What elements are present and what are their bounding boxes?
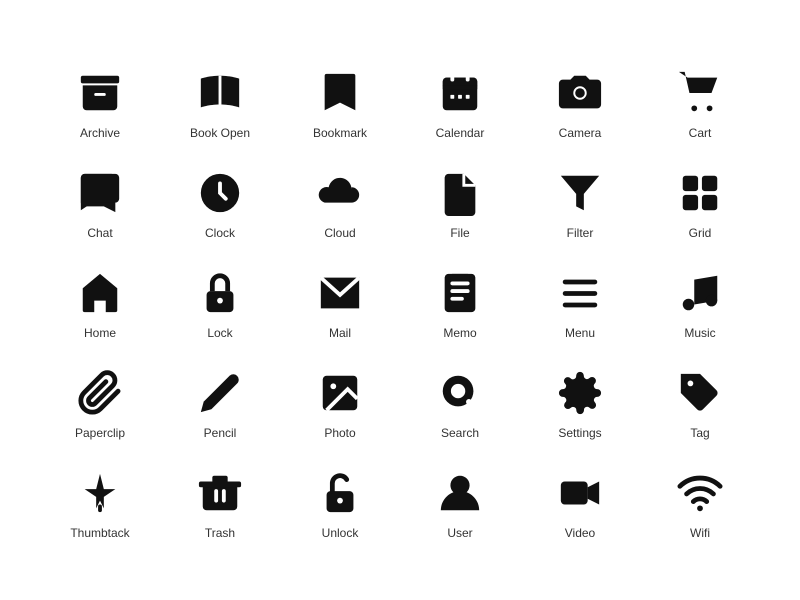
mail-label: Mail	[329, 326, 351, 340]
wifi-icon	[675, 468, 725, 518]
photo-label: Photo	[324, 426, 355, 440]
memo-label: Memo	[443, 326, 476, 340]
photo-icon	[315, 368, 365, 418]
search-icon	[435, 368, 485, 418]
video-label: Video	[565, 526, 595, 540]
clock-label: Clock	[205, 226, 235, 240]
filter-icon	[555, 168, 605, 218]
cloud-icon	[315, 168, 365, 218]
book-open-cell: Book Open	[160, 50, 280, 150]
archive-label: Archive	[80, 126, 120, 140]
clock-icon	[195, 168, 245, 218]
book-open-icon	[195, 68, 245, 118]
mail-icon	[315, 268, 365, 318]
tag-icon	[675, 368, 725, 418]
user-label: User	[447, 526, 472, 540]
pencil-label: Pencil	[204, 426, 237, 440]
home-cell: Home	[40, 250, 160, 350]
lock-icon	[195, 268, 245, 318]
music-cell: Music	[640, 250, 760, 350]
thumbtack-cell: Thumbtack	[40, 450, 160, 550]
unlock-label: Unlock	[322, 526, 359, 540]
paperclip-cell: Paperclip	[40, 350, 160, 450]
calendar-label: Calendar	[436, 126, 485, 140]
photo-cell: Photo	[280, 350, 400, 450]
camera-cell: Camera	[520, 50, 640, 150]
unlock-icon	[315, 468, 365, 518]
file-cell: File	[400, 150, 520, 250]
video-cell: Video	[520, 450, 640, 550]
chat-icon	[75, 168, 125, 218]
search-label: Search	[441, 426, 479, 440]
calendar-cell: Calendar	[400, 50, 520, 150]
paperclip-label: Paperclip	[75, 426, 125, 440]
bookmark-label: Bookmark	[313, 126, 367, 140]
mail-cell: Mail	[280, 250, 400, 350]
camera-icon	[555, 68, 605, 118]
cart-label: Cart	[689, 126, 712, 140]
pencil-cell: Pencil	[160, 350, 280, 450]
clock-cell: Clock	[160, 150, 280, 250]
chat-label: Chat	[87, 226, 112, 240]
unlock-cell: Unlock	[280, 450, 400, 550]
thumbtack-label: Thumbtack	[70, 526, 129, 540]
settings-cell: Settings	[520, 350, 640, 450]
home-label: Home	[84, 326, 116, 340]
calendar-icon	[435, 68, 485, 118]
file-label: File	[450, 226, 469, 240]
memo-cell: Memo	[400, 250, 520, 350]
icon-grid: Archive Book Open Bookmark	[0, 30, 800, 570]
cart-cell: Cart	[640, 50, 760, 150]
bookmark-icon	[315, 68, 365, 118]
lock-cell: Lock	[160, 250, 280, 350]
trash-icon	[195, 468, 245, 518]
cloud-cell: Cloud	[280, 150, 400, 250]
settings-icon	[555, 368, 605, 418]
grid-cell: Grid	[640, 150, 760, 250]
trash-label: Trash	[205, 526, 235, 540]
filter-label: Filter	[567, 226, 594, 240]
search-cell: Search	[400, 350, 520, 450]
music-label: Music	[684, 326, 715, 340]
wifi-cell: Wifi	[640, 450, 760, 550]
menu-icon	[555, 268, 605, 318]
video-icon	[555, 468, 605, 518]
cart-icon	[675, 68, 725, 118]
bookmark-cell: Bookmark	[280, 50, 400, 150]
pencil-icon	[195, 368, 245, 418]
music-icon	[675, 268, 725, 318]
settings-label: Settings	[558, 426, 601, 440]
book-open-label: Book Open	[190, 126, 250, 140]
camera-label: Camera	[559, 126, 602, 140]
home-icon	[75, 268, 125, 318]
wifi-label: Wifi	[690, 526, 710, 540]
file-icon	[435, 168, 485, 218]
cloud-label: Cloud	[324, 226, 355, 240]
filter-cell: Filter	[520, 150, 640, 250]
paperclip-icon	[75, 368, 125, 418]
grid-icon	[675, 168, 725, 218]
archive-icon	[75, 68, 125, 118]
user-cell: User	[400, 450, 520, 550]
trash-cell: Trash	[160, 450, 280, 550]
lock-label: Lock	[207, 326, 232, 340]
menu-cell: Menu	[520, 250, 640, 350]
thumbtack-icon	[75, 468, 125, 518]
user-icon	[435, 468, 485, 518]
grid-label: Grid	[689, 226, 712, 240]
memo-icon	[435, 268, 485, 318]
tag-cell: Tag	[640, 350, 760, 450]
chat-cell: Chat	[40, 150, 160, 250]
archive-cell: Archive	[40, 50, 160, 150]
menu-label: Menu	[565, 326, 595, 340]
tag-label: Tag	[690, 426, 709, 440]
